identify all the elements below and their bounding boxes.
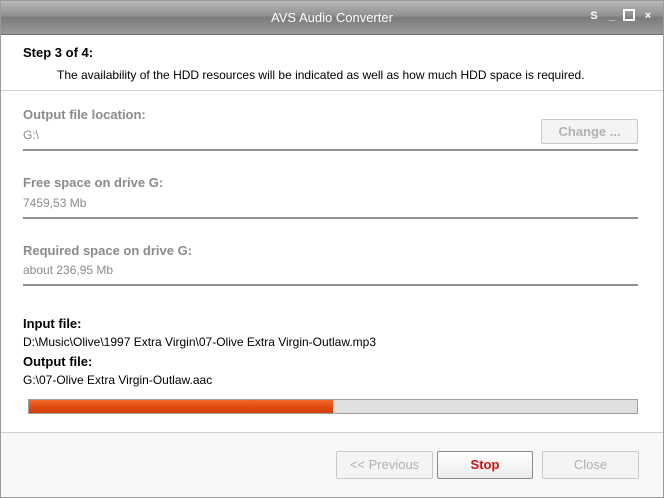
required-space-label: Required space on drive G: [23, 243, 193, 258]
change-location-button[interactable]: Change ... [541, 119, 638, 144]
avs-converter-window: AVS Audio Converter S _ × Step 3 of 4: T… [0, 0, 664, 498]
wizard-footer: << Previous Stop Close [1, 432, 663, 497]
skin-button[interactable]: S [587, 9, 601, 23]
input-file-label: Input file: [23, 316, 82, 331]
divider [23, 217, 638, 219]
title-bar[interactable]: AVS Audio Converter S _ × [1, 1, 663, 35]
step-header: Step 3 of 4: The availability of the HDD… [1, 35, 663, 91]
progress-fill [29, 400, 333, 413]
window-controls: S _ × [587, 9, 655, 23]
divider [23, 149, 638, 151]
maximize-icon[interactable] [623, 9, 637, 23]
close-button[interactable]: × [641, 9, 655, 23]
output-file-label: Output file: [23, 354, 93, 369]
minimize-button[interactable]: _ [605, 9, 619, 23]
stop-button[interactable]: Stop [437, 451, 533, 479]
output-location-label: Output file location: [23, 107, 146, 122]
divider [23, 284, 638, 286]
input-file-path: D:\Music\Olive\1997 Extra Virgin\07-Oliv… [23, 335, 377, 349]
required-space-value: about 236,95 Mb [23, 263, 114, 277]
free-space-value: 7459,53 Mb [23, 196, 87, 210]
output-file-path: G:\07-Olive Extra Virgin-Outlaw.aac [23, 373, 213, 387]
step-description: The availability of the HDD resources wi… [57, 68, 585, 82]
window-title: AVS Audio Converter [271, 10, 393, 25]
conversion-progress-bar [28, 399, 638, 414]
step-indicator: Step 3 of 4: [23, 45, 94, 60]
close-dialog-button[interactable]: Close [542, 451, 639, 479]
previous-button[interactable]: << Previous [336, 451, 433, 479]
free-space-label: Free space on drive G: [23, 175, 164, 190]
disk-info-panel: Output file location: G:\ Change ... Fre… [1, 91, 663, 433]
output-location-value: G:\ [23, 128, 40, 142]
